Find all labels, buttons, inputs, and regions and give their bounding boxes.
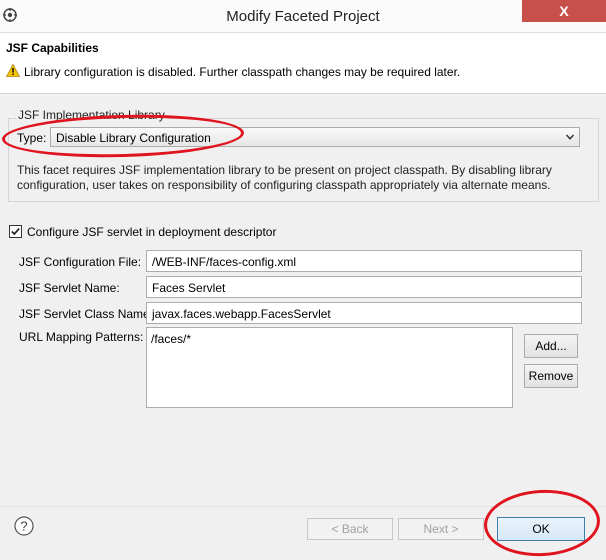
config-file-label: JSF Configuration File: bbox=[19, 255, 142, 269]
add-pattern-button[interactable]: Add... bbox=[524, 334, 578, 358]
remove-pattern-button[interactable]: Remove bbox=[524, 364, 578, 388]
warning-message: Library configuration is disabled. Furth… bbox=[24, 65, 461, 79]
window-title: Modify Faceted Project bbox=[226, 8, 380, 25]
servlet-name-value: Faces Servlet bbox=[152, 281, 226, 295]
servlet-class-label: JSF Servlet Class Name: bbox=[19, 307, 154, 321]
servlet-class-value: javax.faces.webapp.FacesServlet bbox=[152, 307, 331, 321]
checkmark-icon bbox=[11, 228, 20, 236]
configure-servlet-checkbox[interactable] bbox=[9, 225, 22, 238]
page-header: JSF Capabilities Library configuration i… bbox=[0, 33, 606, 94]
config-file-value: /WEB-INF/faces-config.xml bbox=[152, 255, 297, 269]
svg-text:?: ? bbox=[20, 519, 27, 534]
url-mapping-list[interactable]: /faces/* bbox=[146, 327, 513, 408]
annotation-ellipse-ok bbox=[482, 487, 602, 559]
servlet-name-field[interactable]: Faces Servlet bbox=[146, 276, 582, 298]
list-item[interactable]: /faces/* bbox=[151, 332, 191, 346]
next-button[interactable]: Next > bbox=[398, 518, 484, 540]
back-button[interactable]: < Back bbox=[307, 518, 393, 540]
config-file-field[interactable]: /WEB-INF/faces-config.xml bbox=[146, 250, 582, 272]
library-description-line-1: This facet requires JSF implementation l… bbox=[17, 163, 552, 177]
servlet-name-label: JSF Servlet Name: bbox=[19, 281, 120, 295]
library-description-line-2: configuration, user takes on responsibil… bbox=[17, 178, 551, 192]
window-title-bar: Modify Faceted Project X bbox=[0, 0, 606, 33]
help-icon[interactable]: ? bbox=[14, 516, 34, 536]
warning-icon bbox=[6, 64, 20, 77]
window-close-button[interactable]: X bbox=[522, 0, 606, 22]
page-title: JSF Capabilities bbox=[6, 41, 99, 55]
servlet-class-field[interactable]: javax.faces.webapp.FacesServlet bbox=[146, 302, 582, 324]
configure-servlet-label: Configure JSF servlet in deployment desc… bbox=[27, 225, 277, 239]
library-description: This facet requires JSF implementation l… bbox=[17, 163, 587, 193]
chevron-down-icon bbox=[565, 134, 575, 140]
url-mapping-label: URL Mapping Patterns: bbox=[19, 330, 144, 344]
